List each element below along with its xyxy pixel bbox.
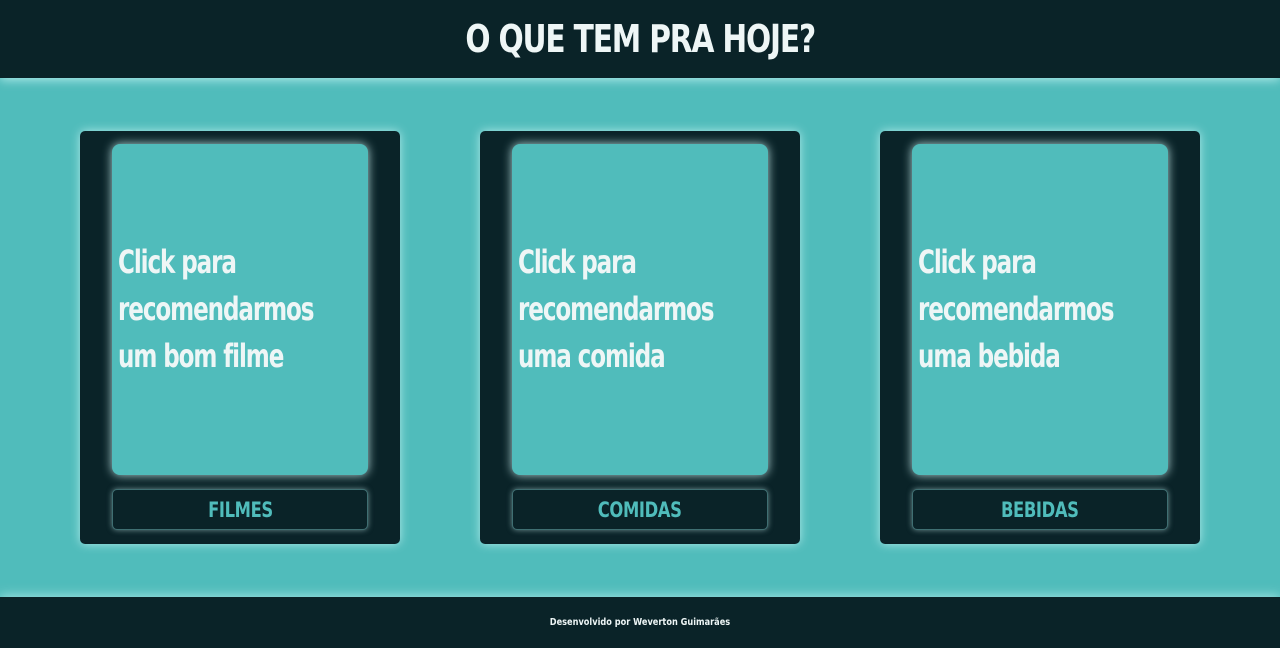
bebidas-button-label: BEBIDAS [1001, 497, 1079, 522]
card-text-line: recomendarmos [918, 290, 1115, 328]
comidas-button-label: COMIDAS [598, 497, 682, 522]
card-text-line: Click para [118, 243, 237, 281]
comidas-button[interactable]: COMIDAS [512, 489, 768, 530]
card-text-line: recomendarmos [518, 290, 715, 328]
card-text-line: Click para [918, 243, 1037, 281]
card-comidas: Click para recomendarmos uma comida COMI… [480, 131, 800, 544]
card-prompt-text: Click para recomendarmos uma comida [518, 239, 715, 380]
filmes-button-label: FILMES [207, 497, 273, 522]
card-text-line: recomendarmos [118, 290, 315, 328]
page-header: O QUE TEM PRA HOJE? [0, 0, 1280, 78]
card-bebidas: Click para recomendarmos uma bebida BEBI… [880, 131, 1200, 544]
page-footer: Desenvolvido por Weverton Guimarães [0, 597, 1280, 648]
card-prompt-text: Click para recomendarmos um bom filme [118, 239, 315, 380]
card-prompt-text: Click para recomendarmos uma bebida [918, 239, 1115, 380]
card-text-line: Click para [518, 243, 637, 281]
bebidas-button[interactable]: BEBIDAS [912, 489, 1168, 530]
page-title: O QUE TEM PRA HOJE? [465, 17, 816, 61]
card-face-filmes[interactable]: Click para recomendarmos um bom filme [112, 144, 368, 475]
card-text-line: uma comida [518, 337, 666, 375]
card-filmes: Click para recomendarmos um bom filme FI… [80, 131, 400, 544]
card-text-line: um bom filme [118, 337, 284, 375]
filmes-button[interactable]: FILMES [112, 489, 368, 530]
card-face-comidas[interactable]: Click para recomendarmos uma comida [512, 144, 768, 475]
card-face-bebidas[interactable]: Click para recomendarmos uma bebida [912, 144, 1168, 475]
card-text-line: uma bebida [918, 337, 1061, 375]
footer-credit: Desenvolvido por Weverton Guimarães [549, 617, 731, 628]
